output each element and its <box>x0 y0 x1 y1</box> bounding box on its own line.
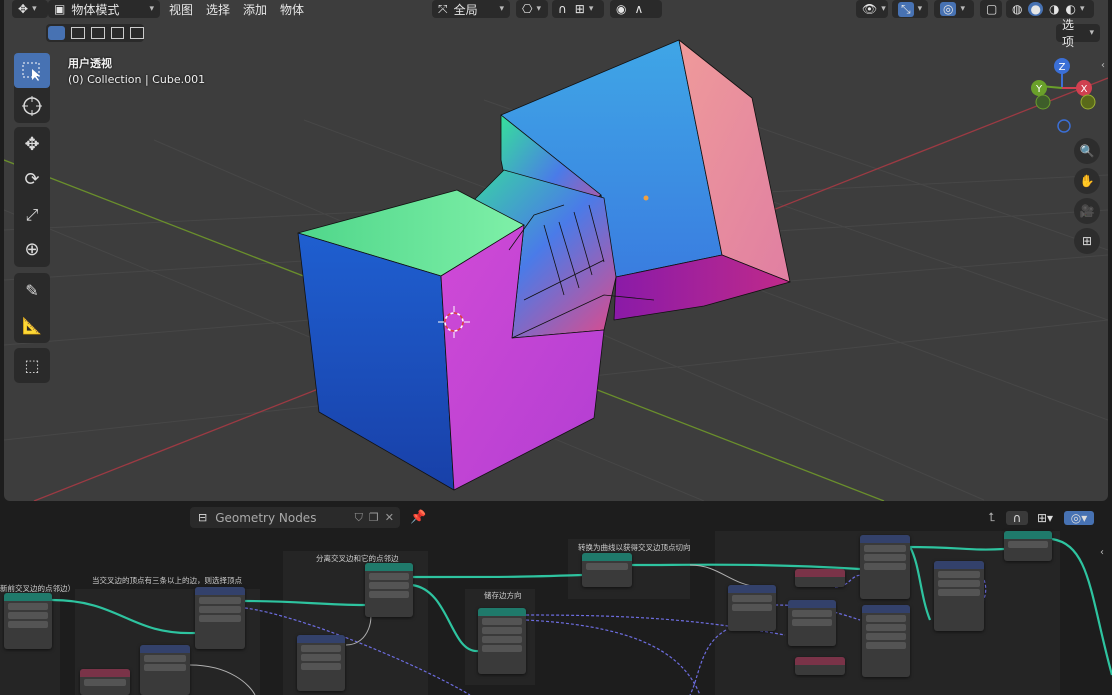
node-9[interactable] <box>728 585 776 631</box>
annotate-icon: ✎ <box>25 281 39 300</box>
snap-target-icon: ⊞ <box>574 2 585 16</box>
node-11[interactable] <box>788 600 836 646</box>
menu-add[interactable]: 添加 <box>243 1 267 18</box>
proportional-edit[interactable]: ◉ ∧ <box>610 0 662 18</box>
node-5[interactable] <box>365 563 413 617</box>
options-label: 选项 <box>1062 18 1075 49</box>
pan-button[interactable]: ✋ <box>1074 168 1100 194</box>
node-14[interactable] <box>862 605 910 677</box>
node-16[interactable] <box>1004 531 1052 561</box>
editor-type-button[interactable]: ✥ ▾ <box>12 0 48 18</box>
rotate-icon: ⟳ <box>24 169 40 190</box>
magnet-icon: ∩ <box>558 2 567 16</box>
camera-icon: 🎥 <box>1079 204 1095 218</box>
selection-mode-buttons[interactable] <box>46 24 145 42</box>
menu-object[interactable]: 物体 <box>280 1 304 18</box>
mode-label: 物体模式 <box>71 2 120 17</box>
toolbar-select-group <box>14 53 50 123</box>
transform-icon: ⊕ <box>24 239 40 260</box>
3d-viewport[interactable]: ✥ ▾ ▣ 物体模式 ▾ 视图 选择 添加 物体 ⤧ 全局 ▾ ⎔ ▾ ∩ ⊞ ▾ ◉ ∧… <box>4 0 1108 501</box>
cursor-tool[interactable] <box>14 88 50 123</box>
select-new-icon[interactable] <box>48 26 66 40</box>
orientation-label: 全局 <box>453 2 478 17</box>
select-intersect-icon[interactable] <box>130 27 145 39</box>
select-subtract-icon[interactable] <box>91 27 105 39</box>
wireframe-shading-icon[interactable]: ◍ <box>1012 2 1022 16</box>
node-10[interactable] <box>795 569 845 587</box>
pivot-point-dropdown[interactable]: ⎔ ▾ <box>516 0 548 18</box>
transform-orientation-dropdown[interactable]: ⤧ 全局 ▾ <box>432 0 510 18</box>
gizmo-toggle[interactable]: ⤡ ▾ <box>892 0 928 18</box>
visibility-dropdown[interactable]: 👁 ▾ <box>856 0 888 18</box>
menu-select[interactable]: 选择 <box>206 1 230 18</box>
select-invert-icon[interactable] <box>110 27 125 39</box>
toolbar-annotate-group: ✎ 📐 <box>14 273 50 343</box>
node-15[interactable] <box>934 561 984 631</box>
transform-tool[interactable]: ⊕ <box>14 232 50 267</box>
mode-dropdown[interactable]: ▣ 物体模式 ▾ <box>48 0 160 18</box>
node-7[interactable] <box>478 608 526 674</box>
node-2[interactable] <box>195 587 245 649</box>
node-6[interactable] <box>297 635 345 691</box>
rendered-shading-icon[interactable]: ◐ <box>1065 2 1075 16</box>
options-dropdown[interactable]: 选项 ▾ <box>1056 18 1100 49</box>
eye-icon: 👁 <box>862 2 878 16</box>
select-box-tool[interactable] <box>14 53 50 88</box>
proportional-icon: ◉ <box>616 2 627 16</box>
add-cube-tool[interactable]: ⬚ <box>14 348 50 383</box>
select-box-icon <box>22 62 40 81</box>
orientation-icon: ⤧ <box>438 1 448 16</box>
cursor-icon <box>22 95 42 116</box>
object-origin <box>643 195 649 201</box>
gizmo-icon: ⤡ <box>898 1 914 17</box>
node-3[interactable] <box>140 645 190 695</box>
xray-toggle[interactable]: ▢ <box>980 0 1002 18</box>
select-extend-icon[interactable] <box>71 27 86 39</box>
overlay-toggle[interactable]: ◎ ▾ <box>934 0 974 18</box>
node-editor[interactable]: ⊟ Geometry Nodes ⛉ ❐ ✕ 📌 ⮤ ∩ ⊞▾ ◎▾ ‹ 新前交… <box>0 505 1112 695</box>
node-13[interactable] <box>860 535 910 599</box>
move-icon: ✥ <box>24 134 40 155</box>
other-links <box>189 564 761 695</box>
camera-view-button[interactable]: 🎥 <box>1074 198 1100 224</box>
navigation-gizmo[interactable]: Z X Y <box>1026 54 1104 136</box>
zoom-button[interactable]: 🔍 <box>1074 138 1100 164</box>
node-1[interactable] <box>4 593 52 649</box>
add-cube-icon: ⬚ <box>24 356 40 375</box>
material-shading-icon[interactable]: ◑ <box>1049 2 1059 16</box>
xray-icon: ▢ <box>986 2 998 16</box>
scale-icon: ⤢ <box>25 204 39 224</box>
gizmo-y-label: Y <box>1035 84 1043 95</box>
node-12[interactable] <box>795 657 845 675</box>
menu-view[interactable]: 视图 <box>169 1 193 18</box>
cube-mesh[interactable] <box>297 39 791 491</box>
collection-info: (0) Collection | Cube.001 <box>68 73 206 86</box>
grid-icon: ⊞ <box>1081 234 1093 248</box>
toolbar-add-group: ⬚ <box>14 348 50 383</box>
measure-tool[interactable]: 📐 <box>14 308 50 343</box>
solid-shading-icon[interactable]: ● <box>1028 2 1043 16</box>
scale-tool[interactable]: ⤢ <box>14 197 50 232</box>
snapping-dropdown[interactable]: ∩ ⊞ ▾ <box>552 0 604 18</box>
measure-icon: 📐 <box>22 316 42 335</box>
move-tool[interactable]: ✥ <box>14 127 50 162</box>
gizmo-z-label: Z <box>1059 62 1066 73</box>
falloff-icon: ∧ <box>634 2 644 16</box>
overlay-icon: ◎ <box>940 2 957 16</box>
view-name: 用户透视 <box>68 57 112 70</box>
object-mode-icon: ▣ <box>54 2 66 16</box>
zoom-icon: 🔍 <box>1079 144 1095 158</box>
gizmo-x-label: X <box>1081 84 1088 95</box>
node-8[interactable] <box>582 553 632 587</box>
node-4[interactable] <box>80 669 130 695</box>
annotate-tool[interactable]: ✎ <box>14 273 50 308</box>
pivot-icon: ⎔ <box>522 2 533 16</box>
cursor-tool-icon: ✥ <box>18 2 29 16</box>
rotate-tool[interactable]: ⟳ <box>14 162 50 197</box>
toolbar-transform-group: ✥ ⟳ ⤢ ⊕ <box>14 127 50 267</box>
ortho-toggle-button[interactable]: ⊞ <box>1074 228 1100 254</box>
hand-icon: ✋ <box>1079 174 1095 188</box>
